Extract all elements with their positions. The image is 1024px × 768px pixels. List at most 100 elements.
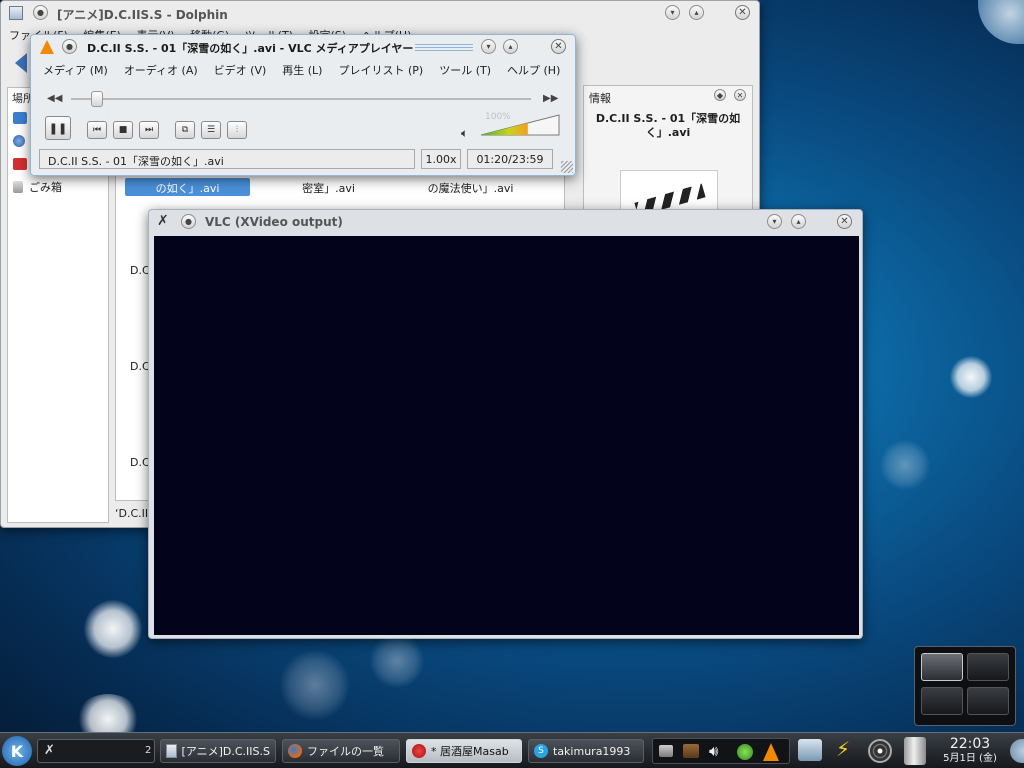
removable-device-icon[interactable] [659, 745, 673, 757]
x-app-icon[interactable]: ✗ [157, 213, 169, 229]
task-dolphin[interactable]: [アニメ]D.C.IIS.S [160, 739, 276, 763]
x-app-icon: ✗ [44, 743, 55, 758]
maximize-button[interactable]: ▴ [503, 39, 518, 54]
clock-date: 5月1日 (金) [943, 753, 997, 764]
wallet-icon[interactable] [683, 744, 699, 758]
elapsed-time[interactable]: 01:20/23:59 [467, 149, 553, 169]
window-switch-applet[interactable]: ✗ 2 [37, 739, 155, 763]
window-menu-icon[interactable]: ● [181, 214, 196, 229]
volume-tray-icon[interactable]: 🔊︎ [709, 742, 718, 760]
back-arrow-icon[interactable] [15, 53, 27, 73]
vlc-title: D.C.II S.S. - 01「深雪の如く」.avi - VLC メディアプレ… [87, 42, 414, 55]
place-network[interactable] [13, 133, 31, 149]
vlc-tray-icon[interactable] [763, 743, 779, 761]
close-button[interactable]: ✕ [551, 39, 566, 54]
taskbar: K ✗ 2 [アニメ]D.C.IIS.S ファイルの一覧 * 居酒屋Masab … [0, 732, 1024, 768]
chat-icon [412, 744, 426, 758]
menu-media[interactable]: メディア (M) [43, 62, 108, 78]
bokeh-orb [370, 634, 424, 688]
pager-desktop[interactable] [921, 687, 963, 715]
kde-menu-icon[interactable]: K [2, 736, 32, 766]
close-button[interactable]: ✕ [735, 5, 750, 20]
pager-desktop[interactable] [967, 687, 1009, 715]
bokeh-orb [950, 356, 992, 398]
playlist-button[interactable]: ☰ [201, 121, 221, 139]
globe-icon [13, 135, 25, 147]
file-item[interactable]: D.C [130, 360, 150, 373]
menu-playlist[interactable]: プレイリスト (P) [338, 62, 423, 78]
info-filename: D.C.II S.S. - 01「深雪の如く」.avi [595, 112, 741, 139]
video-titlebar[interactable]: ✗ ● VLC (XVideo output) ▾ ▴ ✕ [149, 210, 862, 234]
menu-audio[interactable]: オーディオ (A) [124, 62, 198, 78]
place-trash[interactable]: ごみ箱 [13, 179, 62, 195]
extended-settings-button[interactable]: ⫶ [227, 121, 247, 139]
folder-red-icon [13, 158, 27, 170]
task-firefox[interactable]: ファイルの一覧 [282, 739, 400, 763]
title-grip [415, 44, 473, 52]
vlc-main-window: ● D.C.II S.S. - 01「深雪の如く」.avi - VLC メディア… [30, 34, 576, 176]
vlc-video-window: ✗ ● VLC (XVideo output) ▾ ▴ ✕ [148, 209, 863, 639]
status-bar-text: ‘D.C.II [115, 507, 149, 520]
seek-forward-icon[interactable]: ▶▶ [543, 93, 558, 104]
file-item[interactable]: D.C [130, 456, 150, 469]
dolphin-titlebar[interactable]: ● [アニメ]D.C.IIS.S - Dolphin ▾ ▴ ✕ [1, 1, 759, 25]
seek-back-icon[interactable]: ◀◀ [47, 93, 62, 104]
resize-grip-icon[interactable] [561, 161, 573, 173]
system-tray: 🔊︎ [652, 738, 790, 764]
clock-time: 22:03 [949, 736, 991, 752]
minimize-button[interactable]: ▾ [481, 39, 496, 54]
seek-bar[interactable] [71, 98, 531, 100]
close-button[interactable]: ✕ [837, 214, 852, 229]
volume-slider[interactable]: 100% [479, 112, 561, 137]
window-menu-icon[interactable]: ● [33, 5, 48, 20]
maximize-button[interactable]: ▴ [689, 5, 704, 20]
vlc-cone-icon[interactable] [40, 40, 54, 54]
task-chat[interactable]: * 居酒屋Masab [406, 739, 522, 763]
vlc-titlebar[interactable]: ● D.C.II S.S. - 01「深雪の如く」.avi - VLC メディア… [31, 35, 575, 59]
next-button[interactable]: ⏭ [139, 121, 159, 139]
menu-tools[interactable]: ツール (T) [439, 62, 491, 78]
file-item-selected[interactable]: の如く」.avi [125, 178, 250, 196]
desktop-toolbox-icon[interactable] [978, 0, 1024, 44]
video-output[interactable] [154, 236, 859, 635]
pager-desktop[interactable] [921, 653, 963, 681]
minimize-button[interactable]: ▾ [767, 214, 782, 229]
trash-icon [13, 181, 23, 193]
bokeh-orb [84, 600, 142, 658]
fullscreen-button[interactable]: ⧉ [175, 121, 195, 139]
maximize-button[interactable]: ▴ [791, 214, 806, 229]
menu-help[interactable]: ヘルプ (H) [507, 62, 560, 78]
network-manager-icon[interactable] [798, 739, 822, 761]
stop-button[interactable]: ■ [113, 121, 133, 139]
file-item[interactable]: の魔法使い」.avi [408, 180, 533, 196]
panel-toolbox-icon[interactable] [1010, 739, 1024, 763]
trash-widget-icon[interactable] [904, 737, 926, 765]
home-icon [13, 112, 27, 124]
wireless-icon[interactable] [868, 739, 892, 763]
file-item[interactable]: D.C [130, 264, 150, 277]
pager-desktop[interactable] [967, 653, 1009, 681]
menu-video[interactable]: ビデオ (V) [214, 62, 267, 78]
speaker-icon[interactable]: 🔈︎ [461, 126, 468, 141]
battery-icon[interactable]: ⚡︎ [832, 737, 854, 763]
bokeh-orb [880, 440, 930, 490]
seek-handle[interactable] [90, 91, 103, 107]
update-notifier-icon[interactable] [737, 744, 753, 760]
window-menu-icon[interactable]: ● [62, 39, 77, 54]
volume-percent-label: 100% [485, 112, 511, 122]
dolphin-app-icon[interactable] [9, 6, 23, 20]
vlc-menubar: メディア (M) オーディオ (A) ビデオ (V) 再生 (L) プレイリスト… [43, 62, 576, 78]
minimize-button[interactable]: ▾ [665, 5, 680, 20]
menu-playback[interactable]: 再生 (L) [282, 62, 322, 78]
playback-speed[interactable]: 1.00x [421, 149, 461, 169]
firefox-icon [288, 744, 302, 758]
file-item[interactable]: 密室」.avi [266, 180, 391, 196]
panel-float-icon[interactable]: ◆ [714, 89, 726, 101]
clock[interactable]: 22:03 5月1日 (金) [934, 736, 1006, 765]
info-panel-title: 情報 [589, 92, 611, 105]
panel-close-icon[interactable]: ✕ [734, 89, 746, 101]
pause-button[interactable]: ❚❚ [45, 116, 71, 140]
skype-icon: S [534, 744, 548, 758]
task-skype[interactable]: S takimura1993 [528, 739, 644, 763]
previous-button[interactable]: ⏮ [87, 121, 107, 139]
